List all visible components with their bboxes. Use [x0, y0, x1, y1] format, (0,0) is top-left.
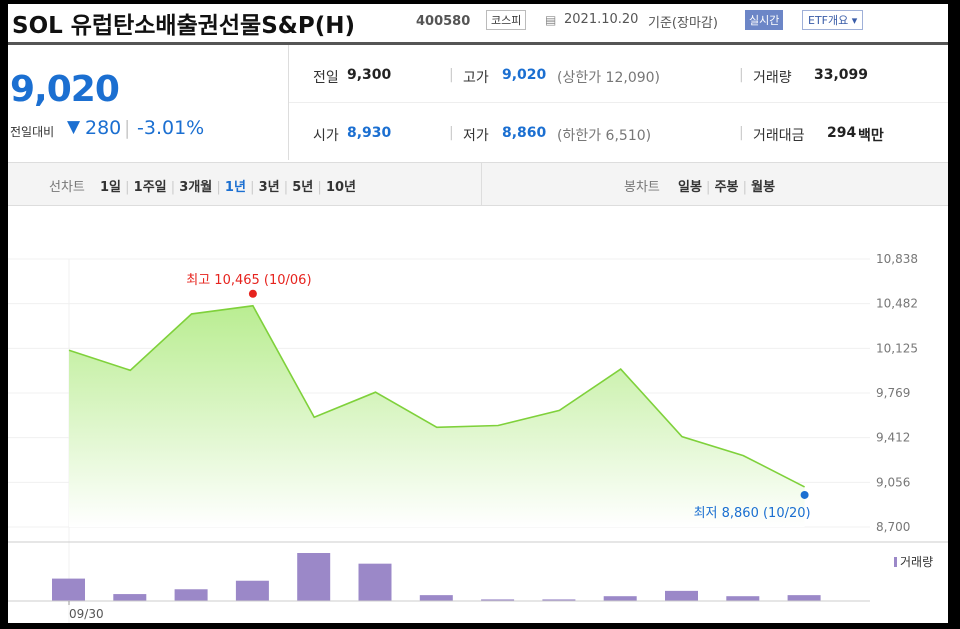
- change-label: 전일대비: [10, 125, 55, 139]
- page-title: SOL 유럽탄소배출권선물S&P(H): [12, 13, 355, 39]
- volume-bar: [174, 589, 208, 601]
- down-arrow-icon: ▼: [67, 117, 81, 137]
- y-tick-label: 9,412: [876, 431, 910, 445]
- line-chart-label: 선차트: [49, 180, 85, 195]
- trade-value-unit: 백만: [858, 128, 884, 144]
- divider: |: [245, 180, 259, 195]
- volume-bar: [726, 596, 760, 601]
- high-label: 최고 10,465 (10/06): [186, 273, 311, 288]
- stock-code: 400580: [416, 14, 471, 29]
- volume-legend-label: 거래량: [900, 555, 933, 569]
- divider: |: [739, 125, 744, 141]
- divider: |: [449, 125, 454, 141]
- period-tabs: 1일 | 1주일 | 3개월 | 1년 | 3년 | 5년 | 10년: [100, 176, 356, 195]
- price-block: 9,020 전일대비 ▼ 280 | -3.01%: [8, 45, 289, 160]
- y-tick-label: 8,700: [876, 520, 910, 534]
- period-tab-3[interactable]: 3개월: [179, 180, 212, 195]
- period-tab-2[interactable]: 1주일: [134, 180, 167, 195]
- volume-label: 거래량: [753, 70, 792, 86]
- volume-bar: [113, 594, 147, 601]
- header-bar: SOL 유럽탄소배출권선물S&P(H) 400580 코스피 ▤ 2021.10…: [8, 4, 948, 45]
- open-label: 시가: [313, 128, 339, 144]
- stock-widget: SOL 유럽탄소배출권선물S&P(H) 400580 코스피 ▤ 2021.10…: [8, 4, 948, 623]
- high-label: 고가: [463, 70, 489, 86]
- price-chart: 10,838 10,482 10,125 9,769 9,412 9,056 8,700 최고…: [8, 252, 948, 623]
- volume-bar: [235, 580, 269, 601]
- y-tick-label: 10,482: [876, 297, 918, 311]
- period-tab-5[interactable]: 3년: [259, 180, 280, 195]
- volume-value: 33,099: [814, 67, 869, 83]
- change-percent: -3.01%: [137, 117, 205, 139]
- chart-tabs: 선차트 1일 | 1주일 | 3개월 | 1년 | 3년 | 5년 | 10년 …: [8, 162, 948, 206]
- divider: |: [121, 180, 134, 195]
- volume-bar: [787, 595, 821, 601]
- volume-bar: [358, 563, 392, 601]
- divider: |: [212, 180, 225, 195]
- volume-legend-swatch: [894, 557, 897, 567]
- volume-bar: [665, 590, 698, 601]
- y-tick-label: 9,056: [876, 475, 910, 489]
- upper-limit: (상한가 12,090): [557, 70, 661, 86]
- period-tab-6[interactable]: 5년: [292, 180, 313, 195]
- open-value: 8,930: [347, 125, 392, 141]
- volume-bar: [52, 578, 85, 601]
- prev-close-value: 9,300: [347, 67, 392, 83]
- volume-bar: [419, 595, 453, 601]
- etf-overview-dropdown[interactable]: ETF개요 ▾: [802, 10, 864, 30]
- calendar-icon: ▤: [545, 13, 557, 27]
- current-price: 9,020: [10, 69, 120, 110]
- stats-divider: [289, 102, 948, 103]
- divider: |: [124, 117, 131, 139]
- period-tab-1[interactable]: 1일: [100, 180, 121, 195]
- trade-value: 294: [827, 125, 857, 141]
- y-tick-label: 10,838: [876, 252, 918, 266]
- divider: |: [738, 180, 752, 195]
- period-tab-4[interactable]: 1년: [225, 180, 246, 195]
- candle-tab-3[interactable]: 월봉: [751, 180, 775, 195]
- volume-bar: [297, 553, 331, 601]
- prev-close-label: 전일: [313, 70, 339, 86]
- divider: |: [313, 180, 326, 195]
- divider: |: [449, 67, 454, 83]
- low-label: 최저 8,860 (10/20): [694, 506, 811, 521]
- lower-limit: (하한가 6,510): [557, 128, 652, 144]
- high-value: 9,020: [502, 67, 547, 83]
- low-label: 저가: [463, 128, 489, 144]
- candle-tabs: 일봉 | 주봉 | 월봉: [678, 176, 775, 195]
- volume-bar: [603, 596, 637, 601]
- candle-chart-label: 봉차트: [624, 180, 660, 195]
- divider: |: [701, 180, 715, 195]
- trade-value-label: 거래대금: [753, 128, 805, 144]
- low-value: 8,860: [502, 125, 547, 141]
- tab-divider: [481, 163, 482, 205]
- divider: |: [739, 67, 744, 83]
- x-tick-label: 09/30: [69, 607, 104, 621]
- divider: |: [166, 180, 180, 195]
- candle-tab-1[interactable]: 일봉: [678, 180, 702, 195]
- market-badge: 코스피: [486, 10, 527, 30]
- candle-tab-2[interactable]: 주봉: [715, 180, 739, 195]
- quote-date: 2021.10.20: [564, 12, 639, 27]
- quote-date-note: 기준(장마감): [648, 16, 718, 31]
- y-tick-label: 10,125: [876, 341, 918, 355]
- divider: |: [279, 180, 293, 195]
- stats-block: 전일 9,300 | 고가 9,020 (상한가 12,090) | 거래량 3…: [289, 45, 948, 160]
- y-tick-label: 9,769: [876, 386, 910, 400]
- low-marker: [800, 490, 809, 499]
- period-tab-7[interactable]: 10년: [326, 180, 356, 195]
- price-area: [69, 305, 805, 527]
- high-marker: [248, 289, 257, 298]
- change-value: 280: [85, 117, 122, 139]
- realtime-button[interactable]: 실시간: [745, 10, 784, 30]
